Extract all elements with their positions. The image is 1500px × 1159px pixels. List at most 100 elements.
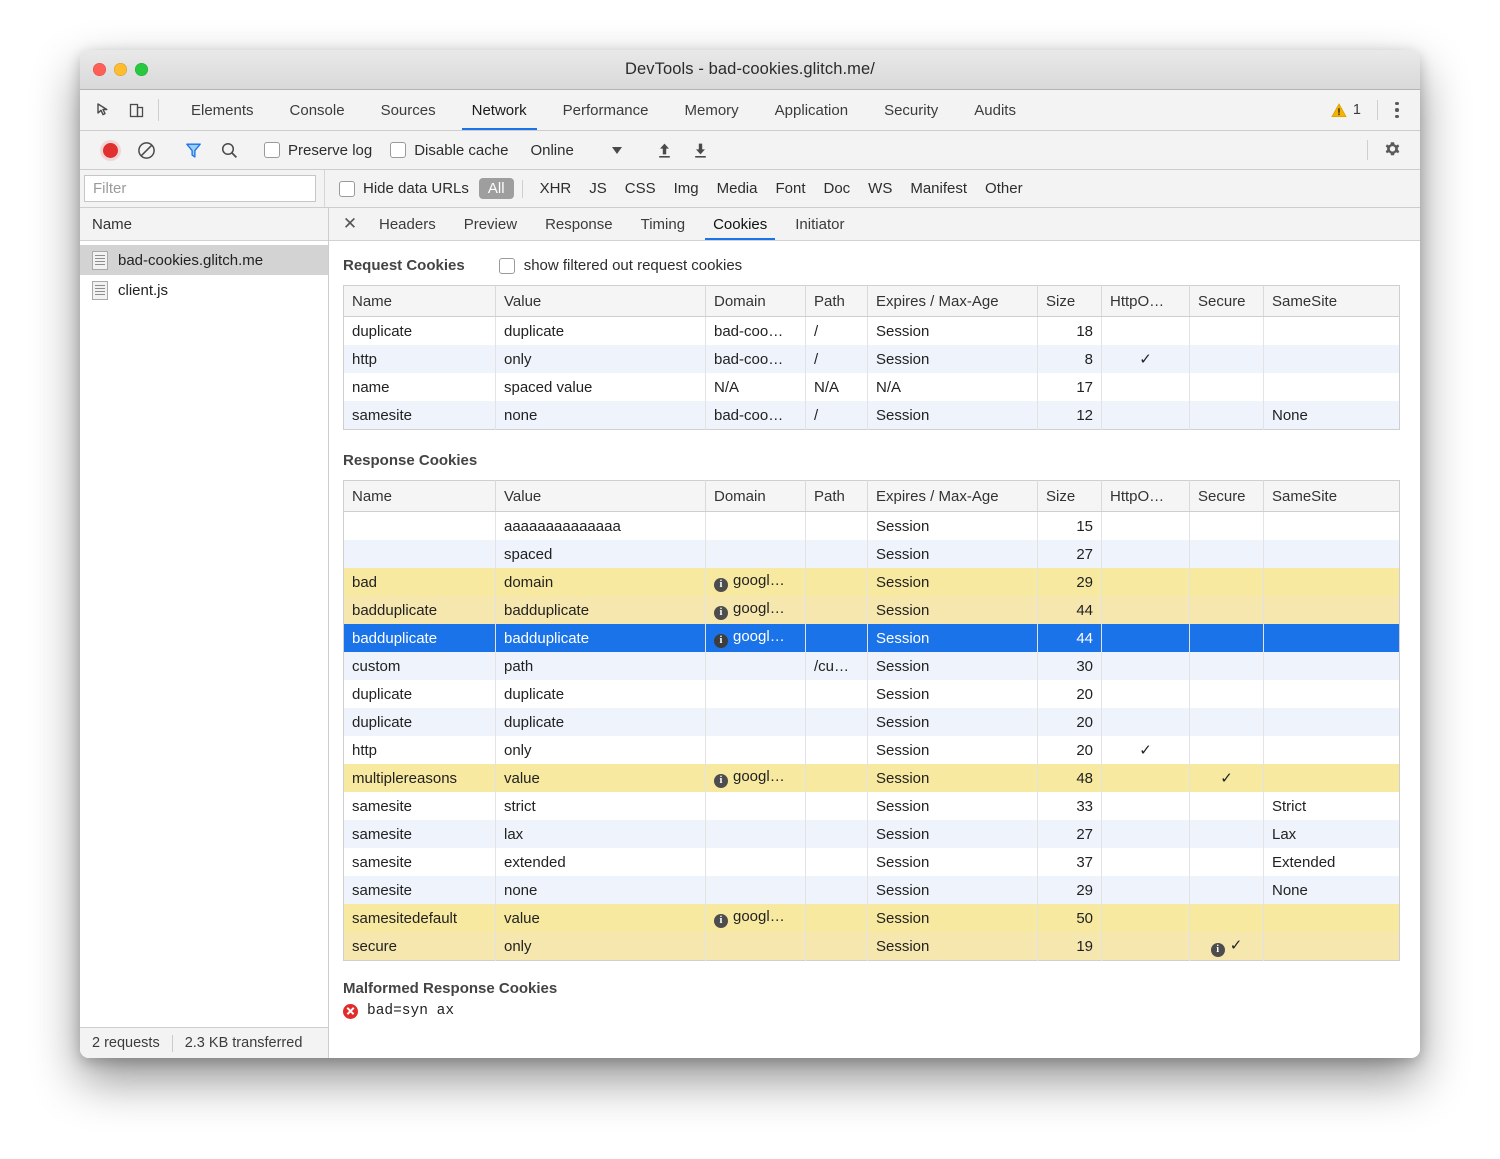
- col-name[interactable]: Name: [344, 481, 496, 512]
- close-window-button[interactable]: [93, 63, 106, 76]
- filter-button[interactable]: [175, 141, 211, 160]
- request-row-bad-cookies[interactable]: bad-cookies.glitch.me: [80, 245, 328, 275]
- col-path[interactable]: Path: [806, 286, 868, 317]
- table-row[interactable]: badduplicatebadduplicateigoogl…Session44: [344, 596, 1400, 624]
- table-row[interactable]: duplicate duplicate bad-coo… / Session 1…: [344, 317, 1400, 346]
- col-name[interactable]: Name: [344, 286, 496, 317]
- main-menu-button[interactable]: [1384, 97, 1410, 123]
- search-button[interactable]: [211, 141, 247, 160]
- detail-tab-cookies[interactable]: Cookies: [699, 208, 781, 240]
- col-expires[interactable]: Expires / Max-Age: [868, 286, 1038, 317]
- col-path[interactable]: Path: [806, 481, 868, 512]
- warning-counter[interactable]: 1: [1331, 102, 1371, 118]
- settings-button[interactable]: [1374, 140, 1410, 161]
- col-secure[interactable]: Secure: [1190, 286, 1264, 317]
- hide-data-urls-checkbox[interactable]: Hide data URLs: [339, 180, 469, 197]
- filter-type-img[interactable]: Img: [665, 178, 708, 199]
- table-row[interactable]: httponlySession20✓: [344, 736, 1400, 764]
- table-row[interactable]: baddomainigoogl…Session29: [344, 568, 1400, 596]
- table-row[interactable]: samesiteextendedSession37Extended: [344, 848, 1400, 876]
- table-row[interactable]: aaaaaaaaaaaaaaSession15: [344, 512, 1400, 541]
- filter-type-manifest[interactable]: Manifest: [901, 178, 976, 199]
- col-value[interactable]: Value: [496, 481, 706, 512]
- col-domain[interactable]: Domain: [706, 481, 806, 512]
- request-row-client-js[interactable]: client.js: [80, 275, 328, 305]
- filter-type-all[interactable]: All: [479, 178, 514, 199]
- table-row[interactable]: spacedSession27: [344, 540, 1400, 568]
- filter-type-font[interactable]: Font: [766, 178, 814, 199]
- table-row[interactable]: name spaced value N/A N/A N/A 17: [344, 373, 1400, 401]
- tab-application[interactable]: Application: [757, 90, 866, 130]
- filter-type-ws[interactable]: WS: [859, 178, 901, 199]
- table-row[interactable]: samesitedefaultvalueigoogl…Session50: [344, 904, 1400, 932]
- table-row[interactable]: http only bad-coo… / Session 8 ✓: [344, 345, 1400, 373]
- table-row[interactable]: badduplicatebadduplicateigoogl…Session44: [344, 624, 1400, 652]
- cell-value: only: [496, 736, 706, 764]
- cell-domain: igoogl…: [706, 904, 806, 932]
- window-controls[interactable]: [93, 63, 148, 76]
- col-samesite[interactable]: SameSite: [1264, 481, 1400, 512]
- col-secure[interactable]: Secure: [1190, 481, 1264, 512]
- cell-value: value: [496, 904, 706, 932]
- tab-console[interactable]: Console: [272, 90, 363, 130]
- filter-type-js[interactable]: JS: [580, 178, 616, 199]
- table-row[interactable]: multiplereasonsvalueigoogl…Session48✓: [344, 764, 1400, 792]
- table-row[interactable]: duplicateduplicateSession20: [344, 680, 1400, 708]
- tab-memory[interactable]: Memory: [667, 90, 757, 130]
- record-button[interactable]: [92, 143, 128, 158]
- table-row[interactable]: samesitelaxSession27Lax: [344, 820, 1400, 848]
- cell-expires: N/A: [868, 373, 1038, 401]
- toggle-device-toolbar-button[interactable]: [120, 90, 152, 130]
- close-detail-button[interactable]: ✕: [335, 208, 365, 240]
- tab-audits[interactable]: Audits: [956, 90, 1034, 130]
- filter-input[interactable]: [84, 175, 316, 202]
- throttling-dropdown[interactable]: Online: [530, 142, 621, 159]
- tab-security[interactable]: Security: [866, 90, 956, 130]
- col-size[interactable]: Size: [1038, 286, 1102, 317]
- cell-domain: bad-coo…: [706, 317, 806, 346]
- response-cookies-table: Name Value Domain Path Expires / Max-Age…: [343, 480, 1400, 961]
- col-httponly[interactable]: HttpO…: [1102, 286, 1190, 317]
- import-har-button[interactable]: [647, 141, 683, 160]
- filter-type-xhr[interactable]: XHR: [531, 178, 581, 199]
- col-httponly[interactable]: HttpO…: [1102, 481, 1190, 512]
- detail-tab-response[interactable]: Response: [531, 208, 627, 240]
- devtools-window: DevTools - bad-cookies.glitch.me/ Elemen…: [80, 50, 1420, 1058]
- minimize-window-button[interactable]: [114, 63, 127, 76]
- cell-domain: N/A: [706, 373, 806, 401]
- tab-elements[interactable]: Elements: [173, 90, 272, 130]
- response-cookies-header: Response Cookies: [343, 452, 1404, 469]
- table-row[interactable]: samesite none bad-coo… / Session 12 None: [344, 401, 1400, 430]
- show-filtered-cookies-checkbox[interactable]: show filtered out request cookies: [499, 257, 742, 274]
- preserve-log-checkbox[interactable]: Preserve log: [264, 142, 372, 159]
- filter-type-css[interactable]: CSS: [616, 178, 665, 199]
- zoom-window-button[interactable]: [135, 63, 148, 76]
- table-row[interactable]: secureonlySession19i✓: [344, 932, 1400, 961]
- inspect-element-button[interactable]: [88, 90, 120, 130]
- tab-sources[interactable]: Sources: [363, 90, 454, 130]
- export-har-button[interactable]: [683, 141, 719, 160]
- detail-tab-initiator[interactable]: Initiator: [781, 208, 858, 240]
- disable-cache-checkbox[interactable]: Disable cache: [390, 142, 508, 159]
- checkbox-box: [264, 142, 280, 158]
- col-samesite[interactable]: SameSite: [1264, 286, 1400, 317]
- col-value[interactable]: Value: [496, 286, 706, 317]
- cell-samesite: [1264, 540, 1400, 568]
- detail-tab-headers[interactable]: Headers: [365, 208, 450, 240]
- detail-tab-timing[interactable]: Timing: [627, 208, 699, 240]
- table-row[interactable]: custompath/cu…Session30: [344, 652, 1400, 680]
- detail-tab-preview[interactable]: Preview: [450, 208, 531, 240]
- tab-network[interactable]: Network: [454, 90, 545, 130]
- tab-performance[interactable]: Performance: [545, 90, 667, 130]
- table-row[interactable]: samesitenoneSession29None: [344, 876, 1400, 904]
- cell-secure: [1190, 512, 1264, 541]
- table-row[interactable]: samesitestrictSession33Strict: [344, 792, 1400, 820]
- clear-log-button[interactable]: [128, 141, 164, 160]
- col-domain[interactable]: Domain: [706, 286, 806, 317]
- table-row[interactable]: duplicateduplicateSession20: [344, 708, 1400, 736]
- filter-type-doc[interactable]: Doc: [814, 178, 859, 199]
- col-expires[interactable]: Expires / Max-Age: [868, 481, 1038, 512]
- filter-type-media[interactable]: Media: [708, 178, 767, 199]
- filter-type-other[interactable]: Other: [976, 178, 1032, 199]
- col-size[interactable]: Size: [1038, 481, 1102, 512]
